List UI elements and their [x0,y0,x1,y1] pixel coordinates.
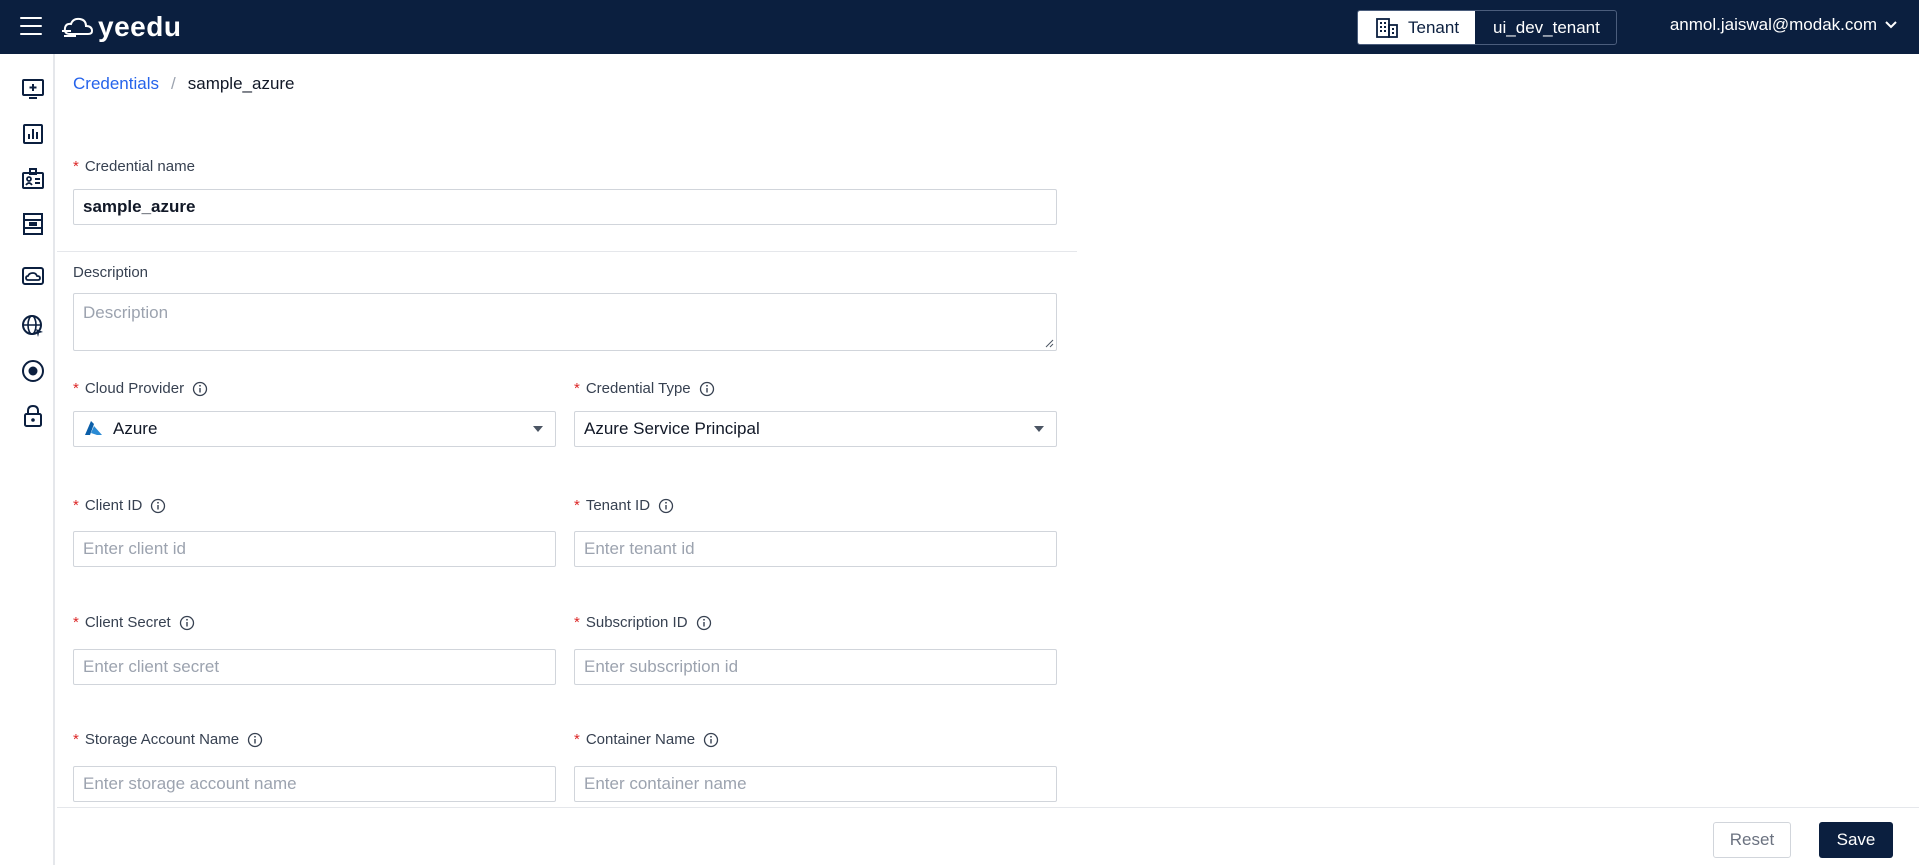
main-content: Credentials / sample_azure * Credential … [57,54,1919,865]
description-label-text: Description [73,264,149,281]
storage-account-name-input[interactable]: Enter storage account name [73,766,556,802]
description-textarea[interactable]: Description [73,293,1057,351]
client-id-label: * Client ID [73,497,166,514]
lock-icon[interactable] [21,404,45,428]
cloud-provider-value: Azure [113,419,158,438]
info-icon[interactable] [703,732,719,748]
building-icon [1376,17,1398,38]
caret-down-icon [533,426,543,432]
storage-account-name-label-text: Storage Account Name [84,731,240,748]
required-mark: * [73,614,79,631]
required-mark: * [73,731,79,748]
reset-button[interactable]: Reset [1713,822,1791,858]
breadcrumb-credentials-link[interactable]: Credentials [73,74,159,94]
required-mark: * [73,497,79,514]
client-secret-label: * Client Secret [73,614,195,631]
cloud-provider-label-text: Cloud Provider [84,380,185,397]
user-menu[interactable]: anmol.jaiswal@modak.com [1670,15,1897,35]
required-mark: * [73,380,79,397]
cloud-provider-select[interactable]: Azure [73,411,556,447]
credential-name-input[interactable]: sample_azure [73,189,1057,225]
add-monitor-icon[interactable] [21,77,45,101]
subscription-id-label-text: Subscription ID [585,614,688,631]
client-id-input[interactable]: Enter client id [73,531,556,567]
breadcrumb-current: sample_azure [187,74,295,93]
required-mark: * [574,614,580,631]
description-label: Description [73,264,148,281]
cloud-provider-label: * Cloud Provider [73,380,208,397]
credential-type-select[interactable]: Azure Service Principal [574,411,1057,447]
required-mark: * [574,497,580,514]
id-card-icon[interactable] [21,167,45,191]
save-button[interactable]: Save [1819,822,1893,858]
required-mark: * [73,158,79,175]
yeedu-logo[interactable]: yeedu [62,11,182,42]
tenant-switcher[interactable]: Tenant ui_dev_tenant [1357,10,1617,45]
credential-name-label: * Credential name [73,158,195,175]
user-email: anmol.jaiswal@modak.com [1669,15,1877,34]
container-name-label-text: Container Name [585,731,696,748]
target-icon[interactable] [21,359,45,383]
resize-handle-icon[interactable] [1044,338,1054,348]
breadcrumb-separator: / [171,74,176,93]
subscription-id-label: * Subscription ID [574,614,712,631]
hamburger-menu-icon[interactable] [20,17,42,37]
form-footer: Reset Save [57,807,1919,865]
credential-name-label-text: Credential name [84,158,195,175]
caret-down-icon [1034,426,1044,432]
dashboard-chart-icon[interactable] [21,122,45,146]
tenant-value[interactable]: ui_dev_tenant [1475,11,1616,44]
workspace-icon[interactable] [21,212,45,236]
info-icon[interactable] [192,381,208,397]
tenant-label-box: Tenant [1358,11,1476,44]
tenant-label: Tenant [1408,17,1460,37]
azure-logo-icon [85,421,102,435]
storage-account-name-label: * Storage Account Name [73,731,263,748]
subscription-id-input[interactable]: Enter subscription id [574,649,1057,685]
info-icon[interactable] [179,615,195,631]
info-icon[interactable] [699,381,715,397]
chevron-down-icon [1885,21,1897,29]
container-name-label: * Container Name [574,731,719,748]
credential-type-value: Azure Service Principal [584,419,760,438]
tenant-id-input[interactable]: Enter tenant id [574,531,1057,567]
divider [57,251,1077,252]
info-icon[interactable] [658,498,674,514]
tenant-id-label: * Tenant ID [574,497,674,514]
info-icon[interactable] [696,615,712,631]
cloud-logo-icon [62,17,94,37]
globe-network-icon[interactable] [21,314,45,338]
tenant-id-label-text: Tenant ID [585,497,651,514]
client-secret-label-text: Client Secret [84,614,171,631]
logo-text: yeedu [98,11,182,42]
credential-type-label-text: Credential Type [585,380,691,397]
top-bar: yeedu Tenant ui_dev_tenant anmol.jaiswal… [0,0,1919,54]
required-mark: * [574,380,580,397]
container-name-input[interactable]: Enter container name [574,766,1057,802]
required-mark: * [574,731,580,748]
info-icon[interactable] [150,498,166,514]
sidebar [0,54,55,865]
cloud-drive-icon[interactable] [21,264,45,288]
description-placeholder: Description [83,303,169,322]
breadcrumb: Credentials / sample_azure [73,74,295,94]
client-secret-input[interactable]: Enter client secret [73,649,556,685]
credential-type-label: * Credential Type [574,380,715,397]
client-id-label-text: Client ID [84,497,143,514]
info-icon[interactable] [247,732,263,748]
